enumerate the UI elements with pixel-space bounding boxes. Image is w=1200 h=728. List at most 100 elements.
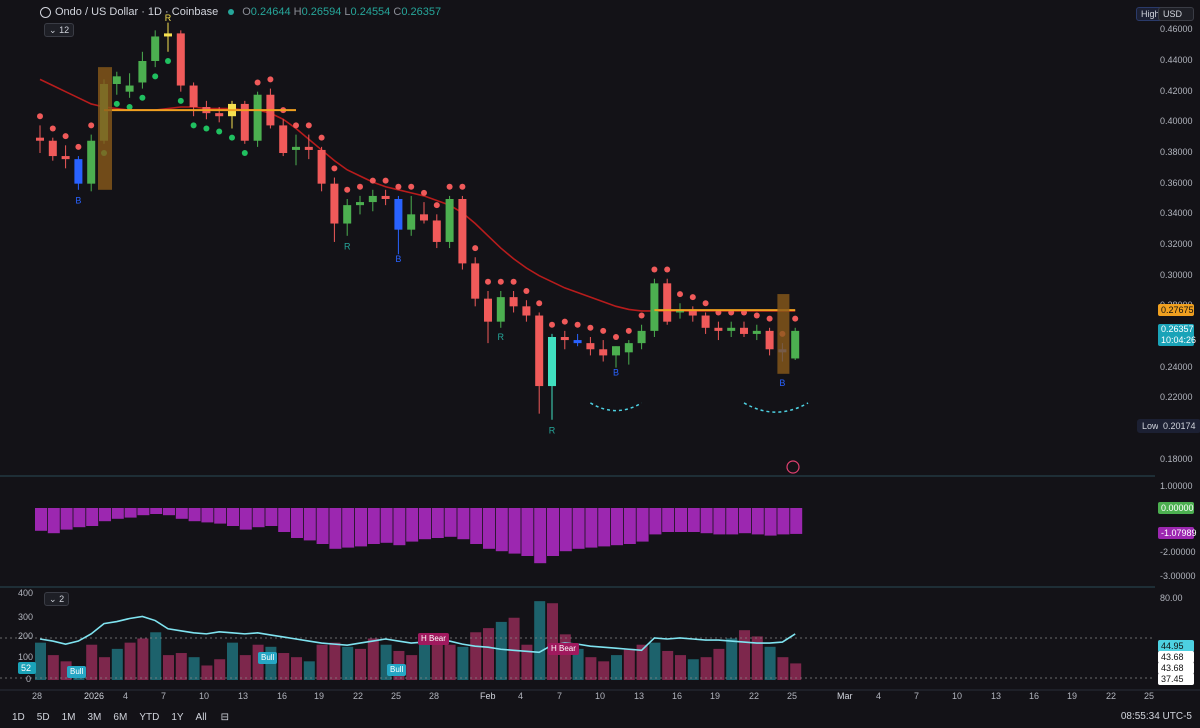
stop-dot <box>651 266 658 273</box>
volume-bar <box>124 642 136 680</box>
tf-3m[interactable]: 3M <box>88 712 102 723</box>
price-tick: 0.46000 <box>1160 24 1193 35</box>
candle-body <box>420 214 428 221</box>
candle-body <box>701 315 710 328</box>
signal-label: B <box>395 254 401 264</box>
tf-1y[interactable]: 1Y <box>171 712 183 723</box>
candle-body <box>432 220 441 242</box>
time-tick: 25 <box>1144 691 1155 701</box>
divergence-label: Bull <box>387 664 407 676</box>
oscillator-bar <box>508 508 521 554</box>
stop-dot <box>113 100 120 107</box>
tf-1m[interactable]: 1M <box>62 712 76 723</box>
tf-all[interactable]: All <box>196 712 207 723</box>
volume-bar <box>278 653 290 680</box>
price-tick: 0.38000 <box>1160 147 1193 157</box>
volume-bar <box>329 642 341 680</box>
time-tick: 25 <box>391 691 402 701</box>
vol-tick: 100 <box>18 652 34 662</box>
tf-5d[interactable]: 5D <box>37 712 50 723</box>
oscillator-bar <box>457 508 470 540</box>
volume-bar <box>188 657 200 680</box>
volume-bar <box>611 655 622 680</box>
oscillator-bar <box>124 508 137 518</box>
divergence-label: H Bear <box>418 633 449 645</box>
stop-dot <box>574 321 581 328</box>
current-price-tag: 0.26357 10:04:26 <box>1158 324 1196 346</box>
tf-ytd[interactable]: YTD <box>139 712 159 723</box>
volume-bar <box>457 646 469 680</box>
oscillator-bar <box>483 508 495 549</box>
candle-body <box>343 205 352 224</box>
volume-bar <box>444 644 456 680</box>
vol-tick: 200 <box>18 631 34 641</box>
oscillator-bar <box>559 508 572 552</box>
divergence-label: H Bear <box>548 643 579 655</box>
stop-dot <box>37 113 43 120</box>
stop-dot <box>561 318 568 325</box>
volume-bar <box>86 644 98 680</box>
oscillator-bar <box>623 508 636 544</box>
candle-body <box>176 33 185 86</box>
volume-bar <box>662 650 674 680</box>
candle-body <box>663 283 672 322</box>
candle-body <box>381 195 390 199</box>
candle-body <box>522 306 531 316</box>
volume-bar <box>764 646 776 680</box>
rsi-indicators-toggle[interactable]: ⌄ 2 <box>44 592 70 606</box>
tf-6m[interactable]: 6M <box>113 712 127 723</box>
price-chart[interactable]: B R B R R B B R <box>0 0 1200 706</box>
signal-label: R <box>165 13 172 23</box>
tf-1d[interactable]: 1D <box>12 712 25 723</box>
clock[interactable]: 08:55:34 UTC-5 <box>1121 711 1192 722</box>
oscillator-bar <box>278 508 291 532</box>
time-tick: 4 <box>123 691 129 701</box>
time-tick: Feb <box>480 691 496 701</box>
oscillator-bar <box>764 508 777 536</box>
oscillator-bar <box>406 508 419 542</box>
stop-dot <box>689 294 696 301</box>
price-tick: 0.34000 <box>1160 208 1193 219</box>
volume-bar <box>342 646 354 680</box>
time-tick: 10 <box>952 691 963 701</box>
oscillator-bar <box>137 508 150 516</box>
volume-bar <box>623 648 635 680</box>
candle-body <box>612 346 620 356</box>
time-tick: 28 <box>429 691 440 701</box>
time-tick: 16 <box>1029 691 1040 701</box>
candle-body <box>279 125 288 153</box>
candle-body <box>74 159 83 184</box>
signal-label: R <box>498 332 505 342</box>
oscillator-bar <box>214 508 227 524</box>
oscillator-bar <box>739 508 751 534</box>
stop-dot <box>587 324 594 331</box>
date-range-icon[interactable]: ⊟ <box>221 712 229 723</box>
stop-dot <box>318 134 325 141</box>
oscillator-bar <box>611 508 623 546</box>
volume-bar <box>47 655 59 680</box>
oscillator-bar <box>367 508 380 544</box>
oscillator-bar <box>675 508 687 532</box>
rsi-tag: 37.45 <box>1158 673 1194 685</box>
volume-bar <box>355 648 366 680</box>
oscillator-bar <box>291 508 303 538</box>
stop-dot <box>241 150 248 156</box>
time-tick: 4 <box>876 691 882 701</box>
time-tick: 4 <box>518 691 524 701</box>
time-tick: Mar <box>837 691 853 701</box>
candle-body <box>586 343 595 350</box>
volume-bar <box>35 642 46 680</box>
time-tick: 13 <box>634 691 645 701</box>
candle-body <box>36 137 44 141</box>
stop-dot <box>267 76 274 83</box>
volume-bar <box>303 661 315 680</box>
stop-dot <box>395 183 402 190</box>
time-tick: 25 <box>787 691 798 701</box>
time-tick: 28 <box>32 691 43 701</box>
candle-body <box>48 140 57 157</box>
stop-dot <box>203 125 210 132</box>
stop-dot <box>792 315 799 322</box>
oscillator-bar <box>726 508 739 535</box>
volume-bar <box>649 642 661 680</box>
moving-average-line <box>39 78 796 312</box>
